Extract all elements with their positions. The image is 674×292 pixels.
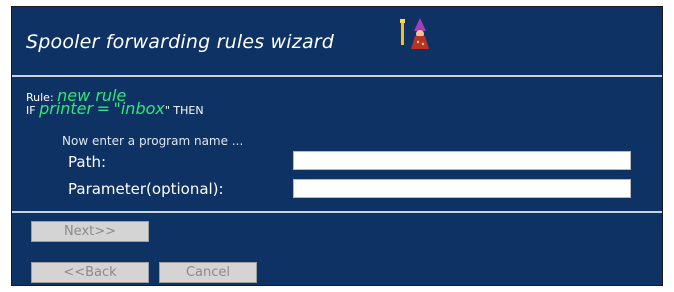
- program-name-prompt: Now enter a program name ...: [62, 134, 244, 148]
- rule-condition-line: IF printer = "inbox" THEN: [26, 99, 204, 118]
- condition-closing-quote: ": [164, 104, 170, 117]
- path-input[interactable]: [293, 151, 631, 170]
- wizard-mascot-icon: [398, 17, 432, 51]
- cancel-button[interactable]: Cancel: [159, 262, 257, 283]
- condition-left: printer: [39, 99, 94, 118]
- if-keyword: IF: [26, 104, 36, 117]
- header-divider: [12, 75, 662, 77]
- condition-value: "inbox: [113, 99, 165, 118]
- parameter-input[interactable]: [293, 179, 631, 198]
- back-button[interactable]: <<Back: [31, 262, 149, 283]
- footer-divider: [12, 211, 662, 213]
- wizard-title: Spooler forwarding rules wizard: [26, 31, 335, 53]
- wizard-window: Spooler forwarding rules wizard Rule: ne…: [11, 6, 663, 286]
- path-label: Path:: [68, 153, 107, 171]
- then-keyword: THEN: [173, 104, 204, 117]
- parameter-label: Parameter(optional):: [68, 180, 224, 198]
- next-button[interactable]: Next>>: [31, 221, 149, 242]
- condition-operator: =: [96, 99, 110, 118]
